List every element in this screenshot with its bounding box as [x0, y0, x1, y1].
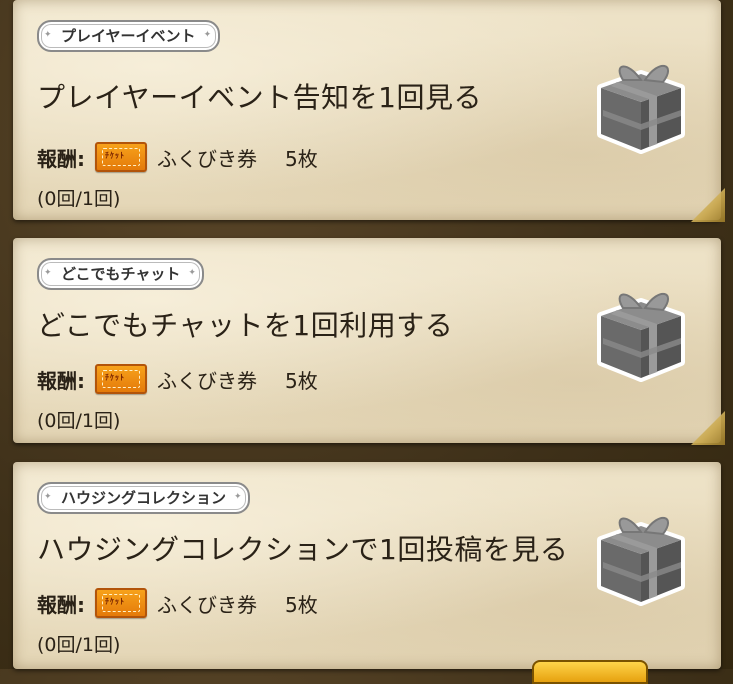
reward-label: 報酬: [37, 592, 85, 617]
diamond-ornament-icon: ✦ [44, 30, 52, 40]
reward-count: 5枚 [285, 592, 318, 617]
mission-category-label: ハウジングコレクション [61, 489, 227, 507]
mission-progress: (0回/1回) [37, 188, 121, 210]
fukubiki-ticket-icon: ﾁｹｯﾄ [95, 364, 147, 394]
reward-count: 5枚 [285, 146, 318, 171]
mission-progress: (0回/1回) [37, 410, 121, 432]
gift-box-icon[interactable] [583, 278, 693, 388]
mission-category-tag: ✦ ハウジングコレクション ✦ [37, 482, 251, 514]
reward-item-name: ふくびき券 [157, 368, 257, 393]
mission-progress: (0回/1回) [37, 634, 121, 656]
mission-card[interactable]: ✦ どこでもチャット ✦ どこでもチャットを1回利用する 報酬: ﾁｹｯﾄ ふく… [13, 238, 725, 445]
reward-item-name: ふくびき券 [157, 592, 257, 617]
diamond-ornament-icon: ✦ [44, 492, 52, 502]
fukubiki-ticket-icon: ﾁｹｯﾄ [95, 142, 147, 172]
reward-count: 5枚 [285, 368, 318, 393]
fukubiki-ticket-icon: ﾁｹｯﾄ [95, 588, 147, 618]
reward-item-name: ふくびき券 [157, 146, 257, 171]
mission-card[interactable]: ✦ ハウジングコレクション ✦ ハウジングコレクションで1回投稿を見る 報酬: … [13, 462, 721, 669]
mission-reward: 報酬: ﾁｹｯﾄ ふくびき券 5枚 [37, 588, 318, 618]
mission-category-label: どこでもチャット [61, 265, 181, 283]
gift-box-icon[interactable] [583, 502, 693, 612]
mission-title: どこでもチャットを1回利用する [37, 309, 454, 342]
diamond-ornament-icon: ✦ [188, 268, 196, 278]
mission-reward: 報酬: ﾁｹｯﾄ ふくびき券 5枚 [37, 142, 318, 172]
mission-category-tag: ✦ プレイヤーイベント ✦ [37, 20, 220, 52]
mission-reward: 報酬: ﾁｹｯﾄ ふくびき券 5枚 [37, 364, 318, 394]
mission-category-label: プレイヤーイベント [61, 27, 196, 45]
partial-bottom-button[interactable] [532, 660, 648, 684]
mission-title: ハウジングコレクションで1回投稿を見る [37, 533, 569, 566]
page-curl-corner [691, 411, 725, 445]
page-curl-corner [691, 188, 725, 222]
reward-label: 報酬: [37, 146, 85, 171]
mission-card[interactable]: ✦ プレイヤーイベント ✦ プレイヤーイベント告知を1回見る 報酬: ﾁｹｯﾄ … [13, 0, 725, 222]
diamond-ornament-icon: ✦ [203, 30, 212, 40]
gift-box-icon[interactable] [583, 50, 693, 160]
reward-label: 報酬: [37, 368, 85, 393]
mission-title: プレイヤーイベント告知を1回見る [37, 81, 482, 114]
diamond-ornament-icon: ✦ [44, 268, 52, 278]
mission-category-tag: ✦ どこでもチャット ✦ [37, 258, 205, 290]
diamond-ornament-icon: ✦ [234, 492, 242, 502]
